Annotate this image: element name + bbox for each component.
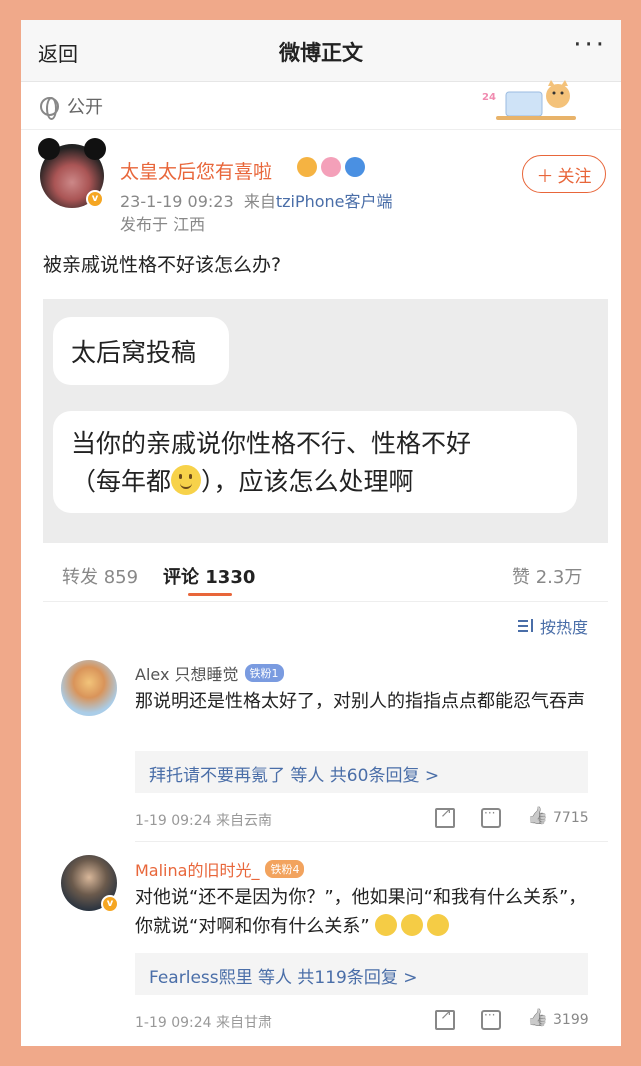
bubble-line-1: 当你的亲戚说你性格不行、性格不好 xyxy=(71,429,472,458)
author-name[interactable]: 太皇太后您有喜啦 xyxy=(120,157,272,184)
bubble-line-2a: （每年都 xyxy=(71,467,172,496)
comment-avatar[interactable] xyxy=(61,660,117,716)
comment-meta: 1-19 09:24 来自云南 xyxy=(135,813,273,829)
comment-text: 那说明还是性格太好了，对别人的指指点点都能忍气吞声 xyxy=(135,691,585,712)
post-image[interactable]: 太后窝投稿 当你的亲戚说你性格不行、性格不好 （每年都 ），应该怎么处理啊 xyxy=(43,299,608,543)
sort-button[interactable]: 按热度 xyxy=(517,614,588,638)
follow-button[interactable]: ＋ 关注 xyxy=(522,155,606,193)
fan-badge: 铁粉1 xyxy=(244,664,284,682)
tab-repost[interactable]: 转发 859 xyxy=(62,563,138,589)
comment-author-name: Malina的旧时光_ xyxy=(135,861,260,880)
comment-avatar[interactable]: v xyxy=(61,855,119,913)
comment-meta: 1-19 09:24 来自甘肃 xyxy=(135,1015,273,1031)
reply-summary[interactable]: 拜托请不要再氪了 等人 共60条回复 > xyxy=(135,751,588,793)
comment-icon[interactable] xyxy=(481,1008,501,1030)
reply-summary[interactable]: Fearless熙里 等人 共119条回复 > xyxy=(135,953,588,995)
comment-author[interactable]: Malina的旧时光_ 铁粉4 xyxy=(135,857,305,881)
comment-actions: 7715 xyxy=(435,805,589,828)
globe-icon xyxy=(40,96,59,120)
rabbit-badge-icon xyxy=(321,157,341,177)
smile-emoji-icon xyxy=(427,914,450,936)
post-meta: 23-1-19 09:23 来自tziPhone客户端 xyxy=(120,188,393,212)
divider xyxy=(21,129,621,130)
bubble-line-2b: ），应该怎么处理啊 xyxy=(201,467,414,496)
crown-badge-icon xyxy=(297,157,317,177)
post-tabs: 转发 859 评论 1330 赞 2.3万 xyxy=(21,555,621,599)
smile-emoji-icon xyxy=(171,465,202,495)
sort-label: 按热度 xyxy=(539,618,588,637)
verified-badge-icon xyxy=(345,157,365,177)
post-location: 发布于 江西 xyxy=(120,215,206,234)
comment-text-body: 对他说“还不是因为你？”，他如果问“和我有什么关系”，你就说“对啊和你有什么关系… xyxy=(135,887,587,937)
visibility-label: 公开 xyxy=(67,97,103,118)
image-bubble-title: 太后窝投稿 xyxy=(53,317,229,385)
nav-bar: 返回 微博正文 ··· xyxy=(21,20,621,82)
comment-text: 对他说“还不是因为你？”，他如果问“和我有什么关系”，你就说“对啊和你有什么关系… xyxy=(135,883,587,941)
comment-author[interactable]: Alex 只想睡觉 铁粉1 xyxy=(135,661,284,685)
active-tab-indicator xyxy=(188,593,232,596)
author-avatar[interactable]: v xyxy=(38,138,106,208)
follow-label: 关注 xyxy=(557,166,592,187)
verified-icon: v xyxy=(101,895,119,913)
comment-actions: 3199 xyxy=(435,1007,589,1030)
comment-author-name: Alex 只想睡觉 xyxy=(135,665,239,684)
post-source[interactable]: tziPhone客户端 xyxy=(276,192,393,211)
smile-emoji-icon xyxy=(375,914,398,936)
visibility-row: 公开 xyxy=(40,94,103,120)
sort-icon xyxy=(517,619,535,633)
divider xyxy=(43,601,608,602)
tab-likes[interactable]: 赞 2.3万 xyxy=(512,563,582,589)
verified-icon: v xyxy=(86,190,104,208)
divider xyxy=(135,841,608,842)
post-text: 被亲戚说性格不好该怎么办? xyxy=(43,254,282,276)
page-title: 微博正文 xyxy=(279,41,363,65)
smile-emoji-icon xyxy=(401,914,424,936)
decoration-sticker-icon: 24 xyxy=(482,80,576,120)
plus-icon: ＋ xyxy=(536,166,554,187)
like-icon[interactable] xyxy=(527,1010,547,1030)
author-badges xyxy=(297,157,365,177)
svg-text:24: 24 xyxy=(482,92,496,103)
post-time: 23-1-19 09:23 xyxy=(120,192,234,211)
source-prefix: 来自 xyxy=(243,192,276,211)
like-icon[interactable] xyxy=(527,808,547,828)
share-icon[interactable] xyxy=(435,1007,455,1030)
tab-comments[interactable]: 评论 1330 xyxy=(163,563,255,589)
fan-badge: 铁粉4 xyxy=(265,860,305,878)
comment-icon[interactable] xyxy=(481,806,501,828)
more-icon[interactable]: ··· xyxy=(573,30,607,60)
share-icon[interactable] xyxy=(435,805,455,828)
app-frame: 返回 微博正文 ··· 公开 24 v 太皇太后您有喜啦 23-1-19 09:… xyxy=(21,20,621,1046)
like-count: 7715 xyxy=(553,810,589,826)
image-bubble-question: 当你的亲戚说你性格不行、性格不好 （每年都 ），应该怎么处理啊 xyxy=(53,411,577,513)
like-count: 3199 xyxy=(553,1012,589,1028)
